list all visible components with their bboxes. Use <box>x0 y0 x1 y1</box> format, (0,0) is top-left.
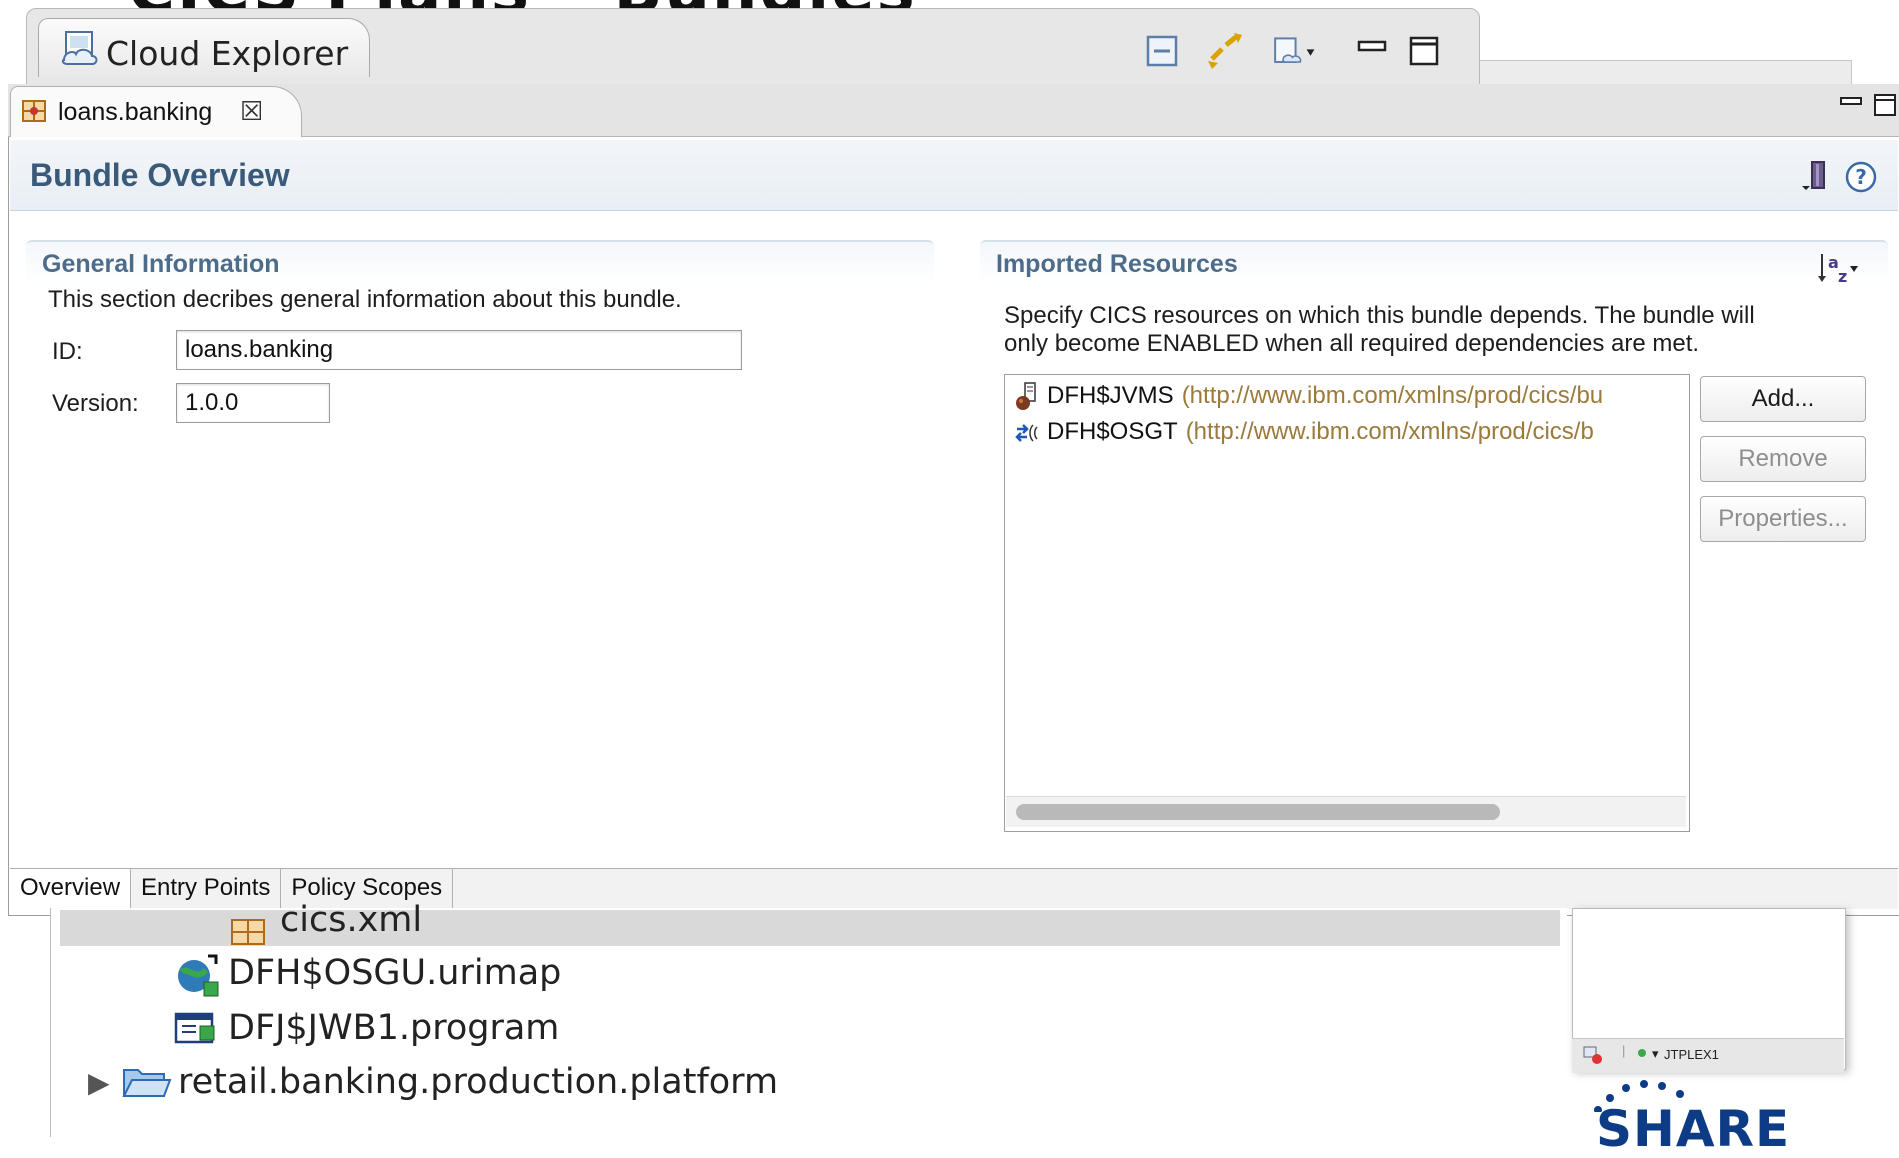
status-connected-icon <box>1638 1049 1646 1057</box>
cloud-explorer-tab-label: Cloud Explorer <box>106 34 349 73</box>
version-label: Version: <box>52 390 139 417</box>
help-icon[interactable]: ? <box>1844 160 1878 194</box>
bundle-icon <box>20 96 48 124</box>
resource-url: (http://www.ibm.com/xmlns/prod/cics/b <box>1185 418 1594 445</box>
add-button[interactable]: Add... <box>1700 376 1866 422</box>
plex-name: JTPLEX1 <box>1664 1047 1719 1062</box>
resource-url: (http://www.ibm.com/xmlns/prod/cics/bu <box>1181 382 1604 409</box>
editor-maximize-icon[interactable] <box>1872 92 1898 123</box>
list-item[interactable]: DFH$JVMS (http://www.ibm.com/xmlns/prod/… <box>1013 379 1681 413</box>
tab-entry-points[interactable]: Entry Points <box>131 869 282 909</box>
tab-overview[interactable]: Overview <box>10 869 132 909</box>
maximize-icon[interactable] <box>1402 26 1446 76</box>
version-field[interactable] <box>176 383 330 423</box>
properties-button[interactable]: Properties... <box>1700 496 1866 542</box>
bundle-overview-header <box>10 140 1898 211</box>
link-sync-icon[interactable] <box>1202 26 1246 76</box>
bundle-manifest-icon <box>228 914 268 948</box>
tree-item-dfj-jwb1-program[interactable]: DFJ$JWB1.program <box>228 1008 559 1048</box>
scrollbar-thumb[interactable] <box>1016 804 1500 820</box>
imported-resources-description-line2: only become ENABLED when all required de… <box>1004 330 1700 357</box>
cloud-explorer-icon <box>60 28 100 68</box>
id-field[interactable] <box>176 330 742 370</box>
editor-minimize-icon[interactable] <box>1838 92 1864 123</box>
sort-alphabetically-icon[interactable]: az <box>1818 250 1858 286</box>
resource-name: DFH$OSGT <box>1047 418 1178 445</box>
view-menu-icon[interactable] <box>1272 26 1316 76</box>
svg-text:?: ? <box>1855 165 1867 189</box>
share-logo: SHARE <box>1596 1100 1791 1158</box>
general-information-description: This section decribes general informatio… <box>48 286 682 313</box>
page-title: Bundle Overview <box>30 157 290 193</box>
program-icon <box>174 1010 218 1046</box>
jvm-server-icon <box>1013 381 1041 411</box>
imported-resources-description-line1: Specify CICS resources on which this bun… <box>1004 302 1755 329</box>
folder-icon <box>120 1058 172 1102</box>
editor-tab-label: loans.banking <box>58 98 213 126</box>
id-label: ID: <box>52 338 83 365</box>
collapse-all-icon[interactable] <box>1140 26 1184 76</box>
expand-arrow-icon[interactable]: ▶ <box>88 1066 110 1099</box>
minimize-icon[interactable] <box>1350 26 1394 76</box>
tree-item-retail-banking-production-platform[interactable]: retail.banking.production.platform <box>178 1062 778 1102</box>
resource-name: DFH$JVMS <box>1047 382 1174 409</box>
close-tab-icon[interactable]: ☒ <box>240 96 263 127</box>
tree-item-cics-xml[interactable]: cics.xml <box>280 900 422 940</box>
list-item[interactable]: DFH$OSGT (http://www.ibm.com/xmlns/prod/… <box>1013 415 1681 449</box>
urimap-icon <box>174 952 222 998</box>
bundle-export-icon[interactable] <box>1800 160 1830 192</box>
general-information-title: General Information <box>42 250 280 278</box>
imported-resources-title: Imported Resources <box>996 250 1238 278</box>
status-bar: | ▾ JTPLEX1 <box>1572 1038 1844 1073</box>
svg-text:z: z <box>1838 267 1847 286</box>
connection-icon[interactable] <box>1582 1045 1604 1068</box>
imported-resources-list[interactable]: DFH$JVMS (http://www.ibm.com/xmlns/prod/… <box>1004 374 1690 832</box>
status-dropdown-icon[interactable]: ▾ <box>1652 1046 1659 1062</box>
osgi-service-icon <box>1013 417 1041 447</box>
remove-button[interactable]: Remove <box>1700 436 1866 482</box>
tree-item-dfh-osgu-urimap[interactable]: DFH$OSGU.urimap <box>228 953 561 993</box>
status-divider: | <box>1622 1043 1626 1058</box>
